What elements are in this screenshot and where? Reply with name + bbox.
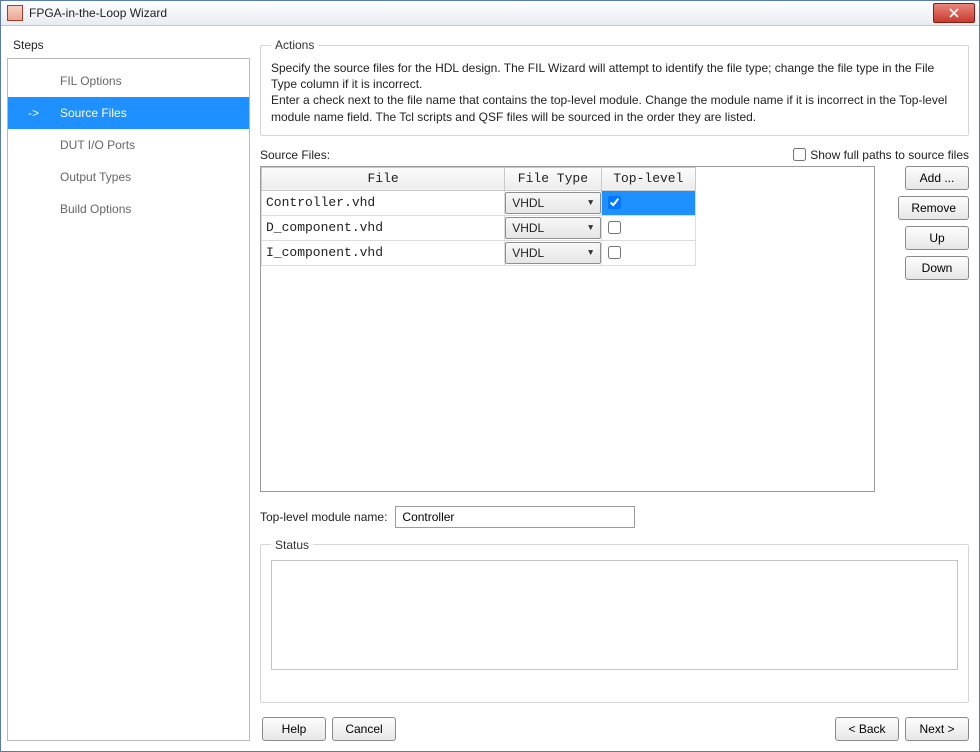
step-output-types[interactable]: Output Types [8, 161, 249, 193]
step-label: Source Files [60, 106, 127, 120]
cell-file[interactable]: D_component.vhd [262, 215, 505, 240]
show-full-paths-label: Show full paths to source files [810, 148, 969, 162]
source-header-row: Source Files: Show full paths to source … [260, 148, 969, 162]
filetype-select[interactable]: VHDL ▾ [505, 217, 600, 239]
step-fil-options[interactable]: FIL Options [8, 65, 249, 97]
col-toplevel[interactable]: Top-level [601, 167, 695, 190]
actions-text-2: Enter a check next to the file name that… [271, 92, 958, 124]
cell-toplevel [601, 240, 695, 265]
chevron-down-icon: ▾ [584, 245, 598, 260]
actions-group: Actions Specify the source files for the… [260, 38, 969, 136]
step-arrow-icon: -> [28, 106, 39, 120]
top-module-input[interactable] [395, 506, 635, 528]
body: Steps FIL Options -> Source Files DUT I/… [1, 26, 979, 751]
status-group: Status [260, 538, 969, 703]
step-dut-io-ports[interactable]: DUT I/O Ports [8, 129, 249, 161]
top-module-row: Top-level module name: [260, 506, 969, 528]
col-filetype[interactable]: File Type [505, 167, 601, 190]
close-button[interactable] [933, 3, 975, 23]
table-row[interactable]: Controller.vhd VHDL ▾ [262, 190, 696, 215]
help-button[interactable]: Help [262, 717, 326, 741]
show-full-paths-checkbox[interactable]: Show full paths to source files [793, 148, 969, 162]
up-button[interactable]: Up [905, 226, 969, 250]
actions-legend: Actions [271, 38, 318, 52]
status-text [271, 560, 958, 670]
right-pane: Actions Specify the source files for the… [256, 26, 979, 751]
source-body: File File Type Top-level Controller.vhd [260, 166, 969, 492]
chevron-down-icon: ▾ [584, 220, 598, 235]
cell-file[interactable]: Controller.vhd [262, 190, 505, 215]
cell-file[interactable]: I_component.vhd [262, 240, 505, 265]
step-label: FIL Options [60, 74, 122, 88]
col-file[interactable]: File [262, 167, 505, 190]
step-label: Build Options [60, 202, 131, 216]
step-source-files[interactable]: -> Source Files [8, 97, 249, 129]
toplevel-checkbox[interactable] [608, 246, 621, 259]
step-label: DUT I/O Ports [60, 138, 135, 152]
source-table-wrap[interactable]: File File Type Top-level Controller.vhd [260, 166, 875, 492]
table-header-row: File File Type Top-level [262, 167, 696, 190]
window-title: FPGA-in-the-Loop Wizard [27, 6, 933, 20]
table-row[interactable]: D_component.vhd VHDL ▾ [262, 215, 696, 240]
top-module-label: Top-level module name: [260, 510, 387, 524]
table-row[interactable]: I_component.vhd VHDL ▾ [262, 240, 696, 265]
filetype-select[interactable]: VHDL ▾ [505, 242, 600, 264]
toplevel-checkbox[interactable] [608, 221, 621, 234]
steps-list: FIL Options -> Source Files DUT I/O Port… [7, 58, 250, 741]
filetype-value: VHDL [512, 196, 583, 210]
title-bar[interactable]: FPGA-in-the-Loop Wizard [1, 1, 979, 26]
cell-toplevel [601, 190, 695, 215]
steps-pane: Steps FIL Options -> Source Files DUT I/… [1, 26, 256, 751]
status-legend: Status [271, 538, 313, 552]
app-icon [7, 5, 23, 21]
show-full-paths-input[interactable] [793, 148, 806, 161]
close-icon [949, 8, 959, 18]
toplevel-checkbox[interactable] [608, 196, 621, 209]
filetype-select[interactable]: VHDL ▾ [505, 192, 600, 214]
next-button[interactable]: Next > [905, 717, 969, 741]
source-table: File File Type Top-level Controller.vhd [261, 167, 696, 266]
footer: Help Cancel < Back Next > [260, 711, 969, 743]
chevron-down-icon: ▾ [584, 195, 598, 210]
step-build-options[interactable]: Build Options [8, 193, 249, 225]
wizard-window: FPGA-in-the-Loop Wizard Steps FIL Option… [0, 0, 980, 752]
actions-text-1: Specify the source files for the HDL des… [271, 60, 958, 92]
source-files-label: Source Files: [260, 148, 330, 162]
cancel-button[interactable]: Cancel [332, 717, 396, 741]
down-button[interactable]: Down [905, 256, 969, 280]
cell-toplevel [601, 215, 695, 240]
remove-button[interactable]: Remove [898, 196, 969, 220]
back-button[interactable]: < Back [835, 717, 899, 741]
cell-filetype: VHDL ▾ [505, 240, 601, 265]
step-label: Output Types [60, 170, 131, 184]
source-buttons: Add ... Remove Up Down [875, 166, 969, 492]
add-button[interactable]: Add ... [905, 166, 969, 190]
cell-filetype: VHDL ▾ [505, 190, 601, 215]
filetype-value: VHDL [512, 246, 583, 260]
steps-header: Steps [7, 36, 250, 58]
filetype-value: VHDL [512, 221, 583, 235]
cell-filetype: VHDL ▾ [505, 215, 601, 240]
